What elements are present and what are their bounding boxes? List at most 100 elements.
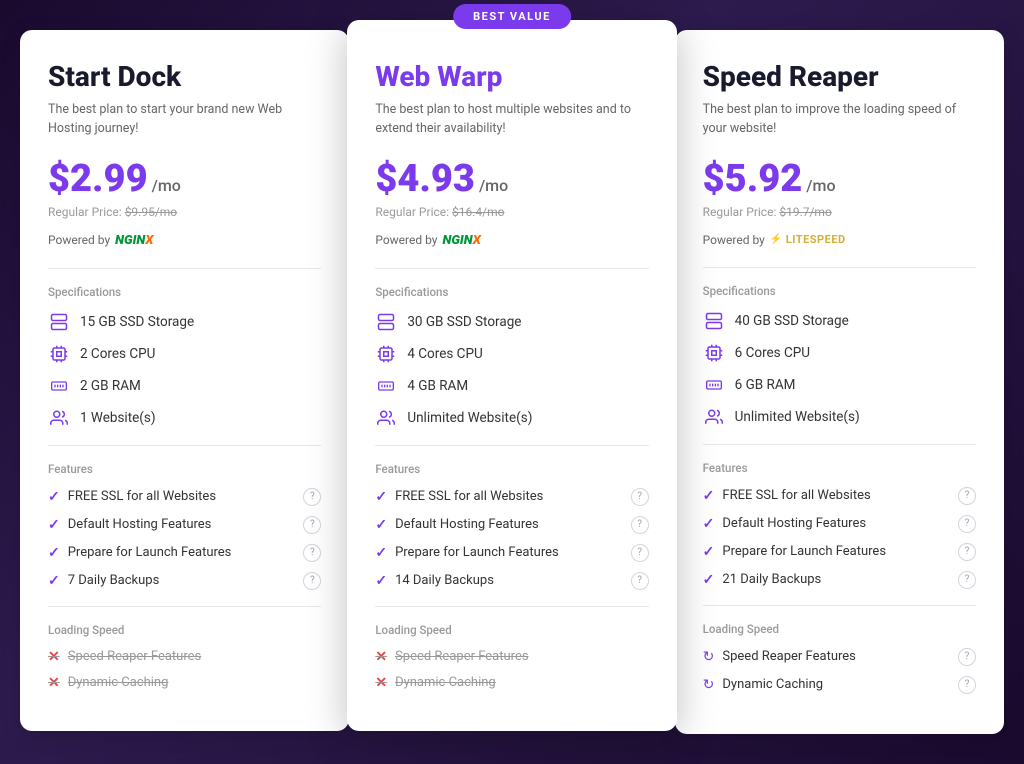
feature-backups-label: 7 Daily Backups xyxy=(68,573,160,588)
check-icon: ✓ xyxy=(375,489,387,505)
price-per-web-warp: /mo xyxy=(479,176,508,195)
divider-9 xyxy=(703,605,976,606)
powered-by-start-dock: Powered by NGINX xyxy=(48,233,321,248)
speed-reaper-label: Speed Reaper Features xyxy=(395,649,529,664)
plan-name-speed-reaper: Speed Reaper xyxy=(703,60,976,93)
info-icon-ssl[interactable]: ? xyxy=(303,488,321,506)
check-icon: ✓ xyxy=(48,573,60,589)
check-icon: ✓ xyxy=(703,488,715,504)
card-speed-reaper: Speed Reaper The best plan to improve th… xyxy=(675,30,1004,734)
spec-cpu-start-dock: 2 Cores CPU xyxy=(48,343,321,365)
info-icon-hosting[interactable]: ? xyxy=(631,516,649,534)
plan-desc-start-dock: The best plan to start your brand new We… xyxy=(48,101,321,139)
dynamic-caching-start-dock: ✕ Dynamic Caching xyxy=(48,675,321,691)
speed-label-speed-reaper: Loading Speed xyxy=(703,622,976,636)
spec-ram-web-warp: 4 GB RAM xyxy=(375,375,648,397)
specs-label-start-dock: Specifications xyxy=(48,285,321,299)
info-icon-speed[interactable]: ? xyxy=(958,648,976,666)
powered-by-speed-reaper: Powered by LITESPEED xyxy=(703,233,976,247)
check-icon: ✓ xyxy=(48,489,60,505)
ram-icon xyxy=(48,375,70,397)
plan-name-web-warp: Web Warp xyxy=(375,60,648,93)
divider-7 xyxy=(703,267,976,268)
info-icon-ssl[interactable]: ? xyxy=(958,487,976,505)
plan-name-start-dock: Start Dock xyxy=(48,60,321,93)
info-icon-caching[interactable]: ? xyxy=(958,676,976,694)
price-amount-web-warp: $4.93 xyxy=(375,157,475,201)
storage-icon xyxy=(375,311,397,333)
spec-website-speed-reaper: Unlimited Website(s) xyxy=(703,406,976,428)
nginx-logo-start-dock: NGINX xyxy=(115,233,153,248)
feature-ssl-label: FREE SSL for all Websites xyxy=(395,489,543,504)
check-icon: ✓ xyxy=(703,516,715,532)
plan-desc-speed-reaper: The best plan to improve the loading spe… xyxy=(703,101,976,139)
pricing-container: Start Dock The best plan to start your b… xyxy=(20,30,1004,734)
website-icon xyxy=(375,407,397,429)
x-icon: ✕ xyxy=(48,675,60,691)
info-icon-launch[interactable]: ? xyxy=(958,543,976,561)
features-label-start-dock: Features xyxy=(48,462,321,476)
info-icon-hosting[interactable]: ? xyxy=(958,515,976,533)
speed-label-start-dock: Loading Speed xyxy=(48,623,321,637)
feature-backups-label: 21 Daily Backups xyxy=(722,572,821,587)
spec-cpu-label: 4 Cores CPU xyxy=(407,346,482,362)
info-icon-backups[interactable]: ? xyxy=(958,571,976,589)
feature-ssl-label: FREE SSL for all Websites xyxy=(722,488,870,503)
speed-reaper-speed-reaper: ↻ Speed Reaper Features ? xyxy=(703,648,976,666)
specs-label-web-warp: Specifications xyxy=(375,285,648,299)
feature-ssl-speed-reaper: ✓ FREE SSL for all Websites ? xyxy=(703,487,976,505)
spec-storage-speed-reaper: 40 GB SSD Storage xyxy=(703,310,976,332)
info-icon-backups[interactable]: ? xyxy=(303,572,321,590)
price-row-speed-reaper: $5.92 /mo xyxy=(703,157,976,201)
speed-reaper-label: Speed Reaper Features xyxy=(68,649,202,664)
ram-icon xyxy=(703,374,725,396)
features-label-speed-reaper: Features xyxy=(703,461,976,475)
check-icon: ✓ xyxy=(703,544,715,560)
spec-cpu-label: 2 Cores CPU xyxy=(80,346,155,362)
cpu-icon xyxy=(375,343,397,365)
speed-reaper-web-warp: ✕ Speed Reaper Features xyxy=(375,649,648,665)
x-icon: ✕ xyxy=(375,675,387,691)
divider-6 xyxy=(375,606,648,607)
spec-ram-label: 4 GB RAM xyxy=(407,378,468,394)
spin-icon: ↻ xyxy=(703,649,715,665)
spin-icon: ↻ xyxy=(703,677,715,693)
price-amount-speed-reaper: $5.92 xyxy=(703,157,803,201)
dynamic-caching-speed-reaper: ↻ Dynamic Caching ? xyxy=(703,676,976,694)
feature-launch-label: Prepare for Launch Features xyxy=(68,545,232,560)
feature-backups-start-dock: ✓ 7 Daily Backups ? xyxy=(48,572,321,590)
check-icon: ✓ xyxy=(375,573,387,589)
spec-cpu-speed-reaper: 6 Cores CPU xyxy=(703,342,976,364)
spec-storage-web-warp: 30 GB SSD Storage xyxy=(375,311,648,333)
spec-cpu-web-warp: 4 Cores CPU xyxy=(375,343,648,365)
x-icon: ✕ xyxy=(375,649,387,665)
plan-desc-web-warp: The best plan to host multiple websites … xyxy=(375,101,648,139)
info-icon-ssl[interactable]: ? xyxy=(631,488,649,506)
feature-hosting-label: Default Hosting Features xyxy=(68,517,212,532)
spec-website-label: 1 Website(s) xyxy=(80,410,156,426)
spec-website-label: Unlimited Website(s) xyxy=(407,410,532,426)
feature-backups-label: 14 Daily Backups xyxy=(395,573,494,588)
card-start-dock: Start Dock The best plan to start your b… xyxy=(20,30,349,731)
divider-5 xyxy=(375,445,648,446)
price-row-start-dock: $2.99 /mo xyxy=(48,157,321,201)
spec-ram-label: 2 GB RAM xyxy=(80,378,141,394)
check-icon: ✓ xyxy=(48,545,60,561)
spec-website-start-dock: 1 Website(s) xyxy=(48,407,321,429)
storage-icon xyxy=(48,311,70,333)
price-per-start-dock: /mo xyxy=(152,176,181,195)
info-icon-hosting[interactable]: ? xyxy=(303,516,321,534)
features-label-web-warp: Features xyxy=(375,462,648,476)
feature-hosting-start-dock: ✓ Default Hosting Features ? xyxy=(48,516,321,534)
feature-hosting-label: Default Hosting Features xyxy=(722,516,866,531)
spec-website-web-warp: Unlimited Website(s) xyxy=(375,407,648,429)
info-icon-backups[interactable]: ? xyxy=(631,572,649,590)
divider-3 xyxy=(48,606,321,607)
info-icon-launch[interactable]: ? xyxy=(631,544,649,562)
regular-price-speed-reaper: Regular Price: $19.7/mo xyxy=(703,205,976,219)
info-icon-launch[interactable]: ? xyxy=(303,544,321,562)
speed-label-web-warp: Loading Speed xyxy=(375,623,648,637)
spec-website-label: Unlimited Website(s) xyxy=(735,409,860,425)
feature-launch-start-dock: ✓ Prepare for Launch Features ? xyxy=(48,544,321,562)
feature-launch-label: Prepare for Launch Features xyxy=(395,545,559,560)
